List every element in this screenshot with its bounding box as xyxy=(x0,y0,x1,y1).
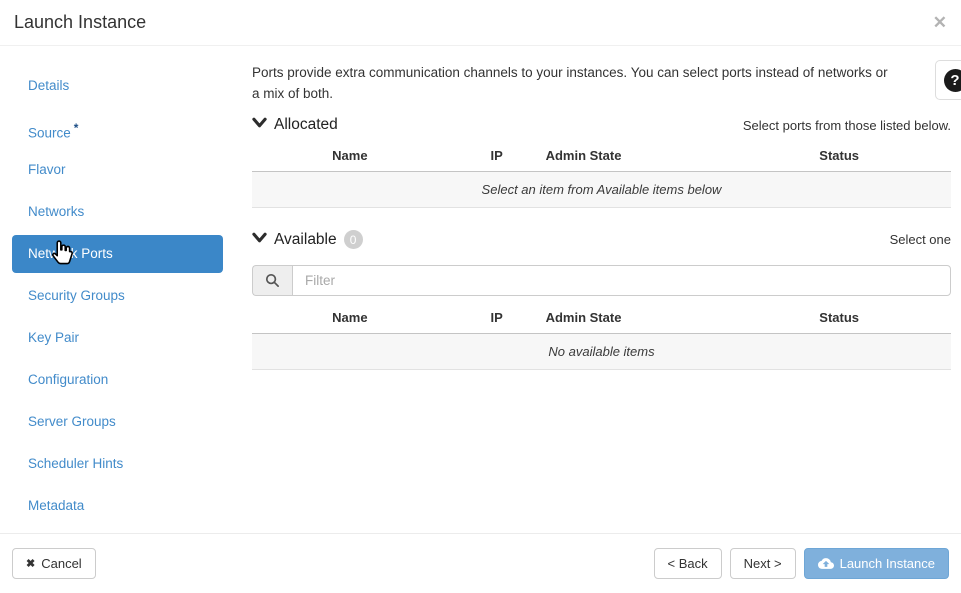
column-header-name: Name xyxy=(252,148,448,163)
modal-header: Launch Instance ✕ xyxy=(0,0,961,46)
allocated-hint: Select ports from those listed below. xyxy=(743,118,951,133)
sidebar-item-flavor[interactable]: Flavor xyxy=(12,151,223,189)
launch-instance-modal: Launch Instance ✕ Details Source* Flavor… xyxy=(0,0,961,593)
allocated-title: Allocated xyxy=(274,116,338,134)
available-section-header: Available 0 Select one xyxy=(252,230,951,249)
sidebar-item-source[interactable]: Source* xyxy=(12,109,223,147)
search-icon xyxy=(252,265,292,296)
column-header-ip: IP xyxy=(448,148,546,163)
launch-instance-label: Launch Instance xyxy=(840,556,935,571)
cancel-button[interactable]: ✖ Cancel xyxy=(12,548,96,579)
back-button[interactable]: < Back xyxy=(654,548,722,579)
column-header-ip: IP xyxy=(448,310,546,325)
available-table-header: Name IP Admin State Status xyxy=(252,310,951,334)
footer-nav-buttons: < Back Next > Launch Instance xyxy=(654,548,949,579)
column-header-status: Status xyxy=(727,310,951,325)
sidebar-item-label: Source xyxy=(28,126,71,141)
filter-input[interactable] xyxy=(292,265,951,296)
sidebar-item-details[interactable]: Details xyxy=(12,67,223,105)
filter-group xyxy=(252,265,951,296)
modal-footer: ✖ Cancel < Back Next > Launch Instance xyxy=(0,533,961,593)
sidebar-item-metadata[interactable]: Metadata xyxy=(12,487,223,525)
chevron-down-icon[interactable] xyxy=(252,231,267,249)
help-icon: ? xyxy=(944,69,961,92)
column-header-status: Status xyxy=(727,148,951,163)
sidebar-item-configuration[interactable]: Configuration xyxy=(12,361,223,399)
chevron-down-icon[interactable] xyxy=(252,116,267,134)
allocated-table-header: Name IP Admin State Status xyxy=(252,148,951,172)
available-count-badge: 0 xyxy=(344,230,363,249)
column-header-admin-state: Admin State xyxy=(546,310,728,325)
required-asterisk: * xyxy=(74,121,79,135)
help-button[interactable]: ? xyxy=(935,60,961,100)
cancel-label: Cancel xyxy=(41,556,81,571)
available-title: Available xyxy=(274,231,337,249)
sidebar-item-networks[interactable]: Networks xyxy=(12,193,223,231)
sidebar-item-security-groups[interactable]: Security Groups xyxy=(12,277,223,315)
sidebar-item-scheduler-hints[interactable]: Scheduler Hints xyxy=(12,445,223,483)
sidebar-item-network-ports[interactable]: Network Ports xyxy=(12,235,223,273)
sidebar-item-key-pair[interactable]: Key Pair xyxy=(12,319,223,357)
modal-title: Launch Instance xyxy=(14,12,146,33)
allocated-section-header: Allocated Select ports from those listed… xyxy=(252,116,951,134)
cloud-upload-icon xyxy=(818,557,834,570)
column-header-name: Name xyxy=(252,310,448,325)
tab-content-network-ports: Ports provide extra communication channe… xyxy=(235,46,961,533)
next-button[interactable]: Next > xyxy=(730,548,796,579)
wizard-sidebar: Details Source* Flavor Networks Network … xyxy=(0,46,235,533)
close-icon[interactable]: ✕ xyxy=(933,14,947,31)
allocated-empty-row: Select an item from Available items belo… xyxy=(252,172,951,208)
modal-body: Details Source* Flavor Networks Network … xyxy=(0,46,961,533)
column-header-admin-state: Admin State xyxy=(546,148,728,163)
ports-description: Ports provide extra communication channe… xyxy=(252,62,889,104)
sidebar-item-server-groups[interactable]: Server Groups xyxy=(12,403,223,441)
cancel-x-icon: ✖ xyxy=(26,557,35,570)
available-hint: Select one xyxy=(890,232,951,247)
available-empty-row: No available items xyxy=(252,334,951,370)
launch-instance-button[interactable]: Launch Instance xyxy=(804,548,949,579)
